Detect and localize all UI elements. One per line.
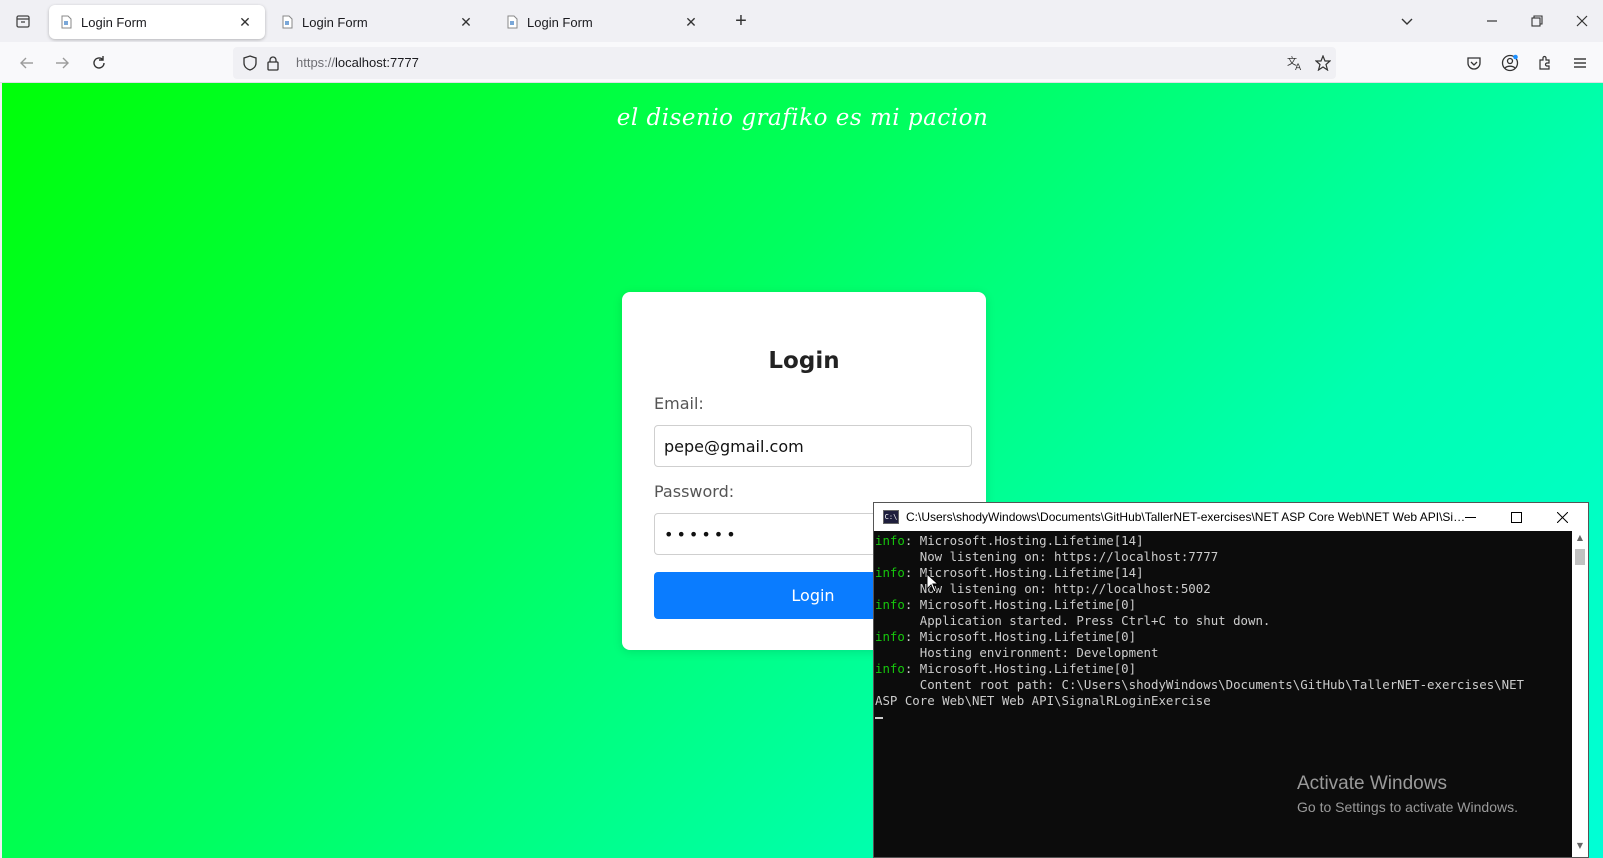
back-arrow-icon[interactable] bbox=[14, 50, 40, 76]
svg-text:A: A bbox=[1295, 63, 1302, 72]
console-line: info: Microsoft.Hosting.Lifetime[0] bbox=[875, 661, 1572, 677]
browser-tab-3[interactable]: Login Form ✕ bbox=[495, 5, 711, 39]
mouse-pointer-icon bbox=[926, 573, 940, 593]
tracking-protection-shield-icon[interactable] bbox=[241, 54, 259, 72]
log-level: info bbox=[875, 533, 905, 548]
log-text: : Microsoft.Hosting.Lifetime[0] bbox=[904, 597, 1137, 612]
console-minimize-icon[interactable] bbox=[1448, 505, 1492, 529]
scroll-up-arrow-icon[interactable]: ▲ bbox=[1572, 533, 1588, 547]
console-line: Now listening on: http://localhost:5002 bbox=[875, 581, 1572, 597]
console-title: C:\Users\shodyWindows\Documents\GitHub\T… bbox=[906, 510, 1466, 524]
console-maximize-icon[interactable] bbox=[1494, 505, 1538, 529]
log-text: : Microsoft.Hosting.Lifetime[14] bbox=[904, 565, 1144, 580]
activate-windows-watermark: Activate Windows Go to Settings to activ… bbox=[1297, 773, 1518, 815]
console-scrollbar[interactable]: ▲ ▼ bbox=[1572, 531, 1588, 857]
tab-title: Login Form bbox=[81, 14, 147, 30]
console-line: Content root path: C:\Users\shodyWindows… bbox=[875, 677, 1572, 693]
menu-hamburger-icon[interactable] bbox=[1568, 51, 1592, 75]
log-level: info bbox=[875, 597, 905, 612]
close-window-icon[interactable] bbox=[1569, 8, 1595, 34]
watermark-line2: Go to Settings to activate Windows. bbox=[1297, 799, 1518, 815]
scrollbar-thumb[interactable] bbox=[1575, 549, 1585, 565]
lock-icon[interactable] bbox=[264, 54, 282, 72]
page-favicon-icon bbox=[507, 15, 518, 29]
console-line: ASP Core Web\NET Web API\SignalRLoginExe… bbox=[875, 693, 1572, 709]
text-cursor-icon bbox=[875, 716, 883, 719]
email-field[interactable] bbox=[654, 425, 972, 467]
watermark-line1: Activate Windows bbox=[1297, 773, 1447, 794]
log-text: Application started. Press Ctrl+C to shu… bbox=[875, 613, 1271, 628]
console-line: info: Microsoft.Hosting.Lifetime[14] bbox=[875, 533, 1572, 549]
log-level: info bbox=[875, 629, 905, 644]
forward-arrow-icon[interactable] bbox=[49, 50, 75, 76]
log-text: Hosting environment: Development bbox=[875, 645, 1159, 660]
browser-nav-bar: https://localhost:7777 文A bbox=[0, 42, 1603, 83]
close-tab-icon[interactable]: ✕ bbox=[456, 12, 476, 32]
console-line: Application started. Press Ctrl+C to shu… bbox=[875, 613, 1572, 629]
email-label: Email: bbox=[654, 394, 704, 413]
console-close-icon[interactable] bbox=[1540, 505, 1584, 529]
extensions-puzzle-icon[interactable] bbox=[1533, 51, 1557, 75]
tab-title: Login Form bbox=[527, 14, 593, 30]
url-text[interactable]: https://localhost:7777 bbox=[296, 55, 419, 70]
restore-window-icon[interactable] bbox=[1524, 8, 1550, 34]
browser-tab-bar: Login Form ✕ Login Form ✕ Login Form ✕ + bbox=[0, 0, 1603, 42]
close-tab-icon[interactable]: ✕ bbox=[235, 12, 255, 32]
console-line: info: Microsoft.Hosting.Lifetime[14] bbox=[875, 565, 1572, 581]
translate-icon[interactable]: 文A bbox=[1286, 54, 1304, 72]
log-level: info bbox=[875, 661, 905, 676]
reload-icon[interactable] bbox=[86, 50, 112, 76]
log-text: Content root path: C:\Users\shodyWindows… bbox=[875, 677, 1525, 692]
console-title-bar[interactable]: C:\ C:\Users\shodyWindows\Documents\GitH… bbox=[874, 503, 1588, 531]
tab-title: Login Form bbox=[302, 14, 368, 30]
browser-tab-1[interactable]: Login Form ✕ bbox=[49, 5, 265, 39]
console-line: info: Microsoft.Hosting.Lifetime[0] bbox=[875, 597, 1572, 613]
log-text: Now listening on: https://localhost:7777 bbox=[875, 549, 1219, 564]
console-cursor bbox=[875, 709, 1572, 725]
scroll-down-arrow-icon[interactable]: ▼ bbox=[1572, 841, 1588, 855]
bookmark-star-icon[interactable] bbox=[1314, 54, 1332, 72]
log-level: info bbox=[875, 565, 905, 580]
url-bar[interactable]: https://localhost:7777 文A bbox=[233, 47, 1336, 79]
close-tab-icon[interactable]: ✕ bbox=[681, 12, 701, 32]
pocket-icon[interactable] bbox=[1462, 51, 1486, 75]
minimize-window-icon[interactable] bbox=[1479, 8, 1505, 34]
list-all-tabs-chevron-icon[interactable] bbox=[1394, 8, 1420, 34]
tab-list-icon[interactable] bbox=[10, 9, 36, 33]
page-slogan: el disenio grafiko es mi pacion bbox=[616, 105, 989, 131]
console-app-icon: C:\ bbox=[883, 510, 899, 524]
console-line: Now listening on: https://localhost:7777 bbox=[875, 549, 1572, 565]
page-favicon-icon bbox=[61, 15, 72, 29]
account-icon[interactable] bbox=[1498, 51, 1522, 75]
page-favicon-icon bbox=[282, 15, 293, 29]
browser-tab-2[interactable]: Login Form ✕ bbox=[270, 5, 486, 39]
log-text: : Microsoft.Hosting.Lifetime[0] bbox=[904, 661, 1137, 676]
log-text: ASP Core Web\NET Web API\SignalRLoginExe… bbox=[875, 693, 1211, 708]
login-title: Login bbox=[768, 348, 840, 374]
console-line: Hosting environment: Development bbox=[875, 645, 1572, 661]
log-text: : Microsoft.Hosting.Lifetime[0] bbox=[904, 629, 1137, 644]
console-line: info: Microsoft.Hosting.Lifetime[0] bbox=[875, 629, 1572, 645]
password-label: Password: bbox=[654, 482, 735, 501]
new-tab-button[interactable]: + bbox=[730, 10, 752, 32]
log-text: : Microsoft.Hosting.Lifetime[14] bbox=[904, 533, 1144, 548]
